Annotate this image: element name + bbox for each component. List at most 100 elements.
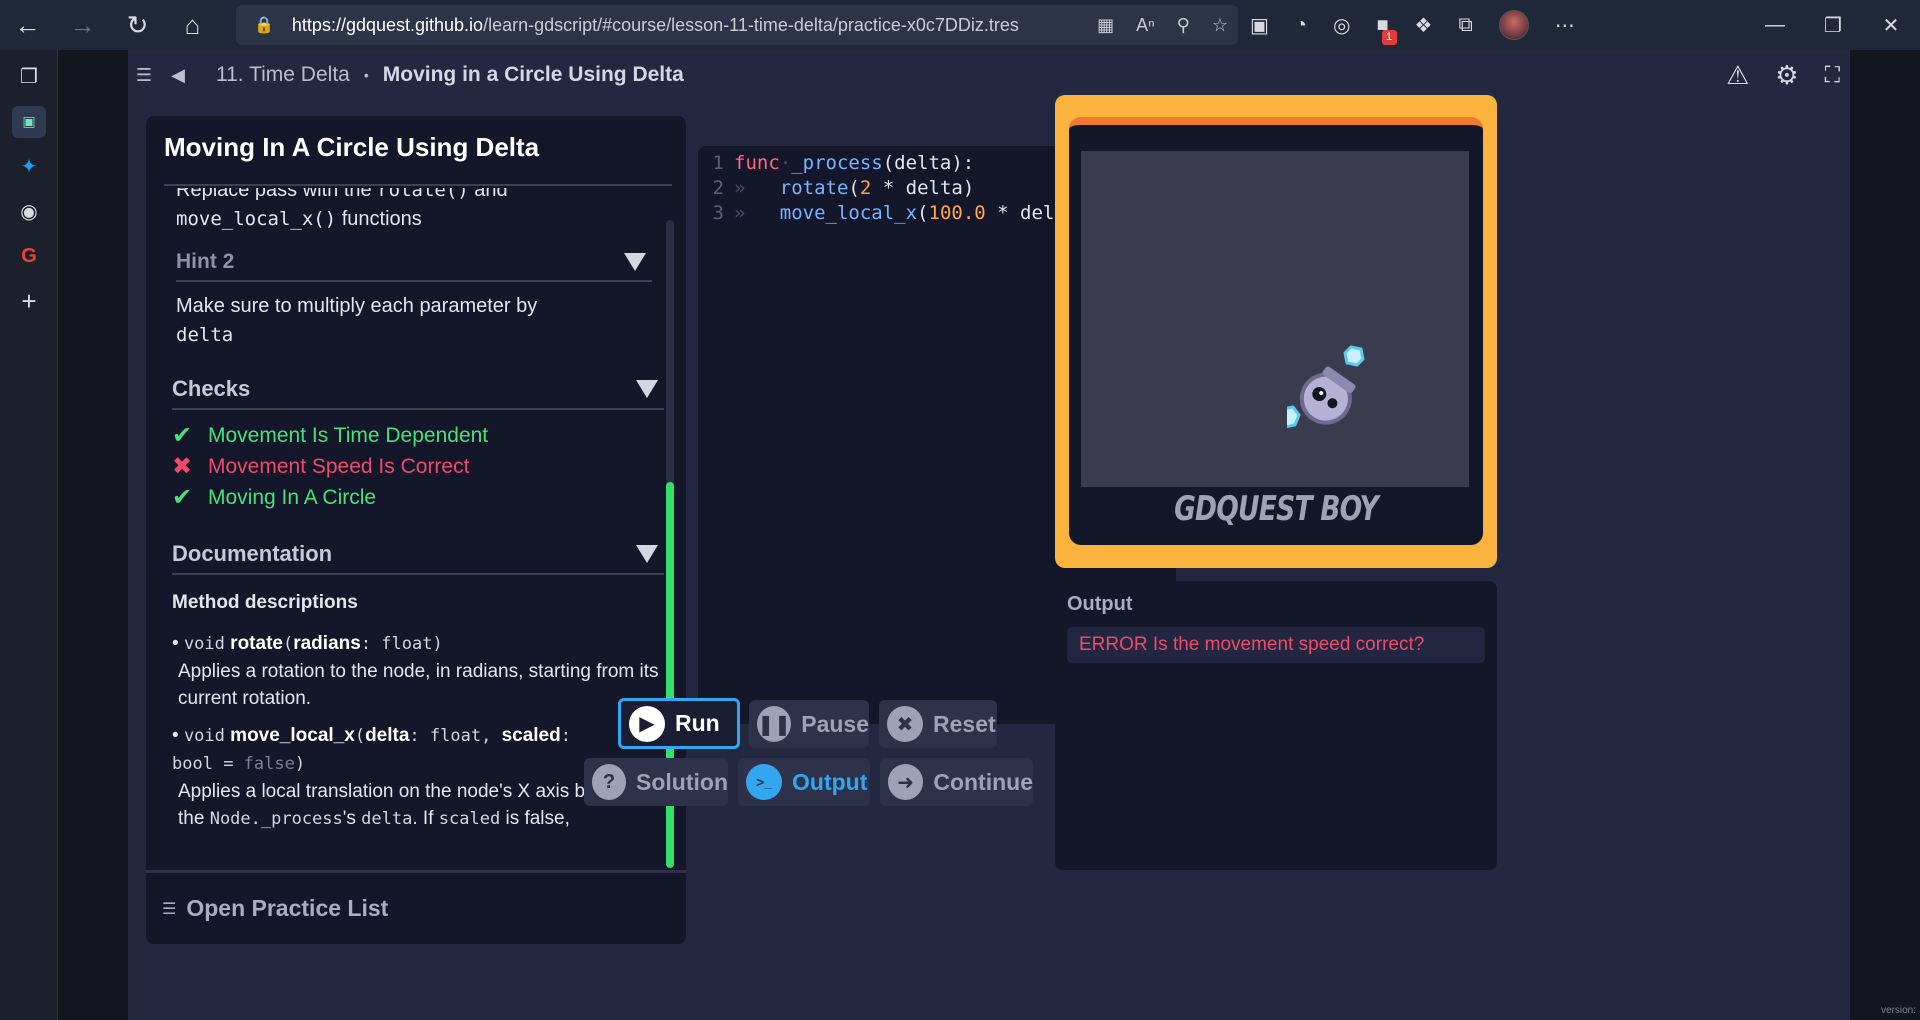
hint2-text: Make sure to multiply each parameter by … [164,292,664,350]
return-type: void [183,634,225,654]
code-call: move_local_x [779,201,918,224]
output-error-message[interactable]: ERROR Is the movement speed correct? [1067,627,1485,663]
favorite-star-icon[interactable]: ☆ [1212,15,1228,36]
github-icon[interactable]: ◉ [0,189,58,234]
code-call: rotate [779,176,849,199]
check-pass-icon: ✔ [172,484,193,511]
settings-gear-icon[interactable]: ⚙ [1775,60,1798,91]
target-icon[interactable]: ◎ [1333,13,1350,38]
refresh-icon[interactable]: ↻ [110,0,165,50]
continue-button[interactable]: ➜ Continue [880,758,1033,806]
check-item: ✔ Moving In A Circle [172,482,664,513]
param-type: float [381,634,433,654]
output-button[interactable]: >_ Output [738,758,870,806]
learn-gdscript-app: ☰ ◀ 11. Time Delta • Moving in a Circle … [128,50,1850,1020]
extension-badge-icon[interactable]: ■ 1 [1376,14,1397,45]
version-label: version: [1880,1005,1916,1016]
expand-triangle-icon [636,380,658,398]
game-preview-console: GDQUEST BOY [1055,95,1497,568]
reset-button[interactable]: ✖ Reset [879,700,997,748]
param-type: float [429,726,482,746]
sidebar-app-gdquest[interactable]: ▣ [0,99,58,144]
line-number: 2 [712,176,724,199]
instructions-scroll[interactable]: Replace pass with the rotate() and move_… [164,188,664,838]
split-screen-icon[interactable]: ▣ [1250,13,1269,38]
code-number: 100.0 [928,201,986,224]
code-line[interactable]: 2 » rotate(2 * delta) [698,175,975,200]
checks-label: Checks [172,376,251,401]
output-title: Output [1067,593,1133,615]
param-name: scaled [501,725,561,746]
profile-avatar[interactable] [1498,10,1529,40]
add-sidebar-app-icon[interactable]: + [0,279,58,324]
address-bar[interactable]: 🔒 https://gdquest.github.io /learn-gdscr… [236,5,1238,45]
arrow-right-icon: ➜ [888,764,924,800]
desc-text: 's [342,808,362,829]
performance-icon[interactable]: ◔ [1295,14,1307,37]
more-menu-icon[interactable]: ⋯ [1555,13,1575,38]
collections-icon[interactable]: ⧉ [1458,14,1472,37]
google-icon[interactable]: G [0,234,58,279]
tracking-prevention-icon[interactable]: ▦ [1097,15,1114,36]
documentation-toggle[interactable]: Documentation [172,535,664,575]
forward-arrow-icon[interactable]: → [55,0,110,50]
code-line[interactable]: 1 func · _process (delta): [698,150,975,175]
desc-code: Node._process [209,809,343,829]
home-icon[interactable]: ⌂ [165,0,220,50]
reset-x-icon: ✖ [887,706,923,742]
breadcrumb-lesson[interactable]: 11. Time Delta [216,63,350,87]
check-item: ✔ Movement Is Time Dependent [172,420,664,451]
terminal-icon: >_ [746,764,782,800]
extensions-puzzle-icon[interactable]: ❖ [1415,13,1433,38]
maximize-icon[interactable]: ❐ [1804,0,1862,50]
check-label: Movement Is Time Dependent [208,423,489,447]
tab-actions-icon[interactable]: ❐ [0,54,58,99]
hint2-toggle[interactable]: Hint 2 [176,244,652,282]
twitter-icon[interactable]: ✦ [0,144,58,189]
hint2-label: Hint 2 [176,250,235,273]
menu-list-icon[interactable]: ☰ [128,65,160,86]
question-icon: ? [592,764,627,800]
desc-text: . If [412,808,439,829]
minimize-icon[interactable]: — [1746,0,1804,50]
code-line[interactable]: 3 » move_local_x(100.0 * delta) [698,200,1089,225]
method-name: move_local_x [230,725,355,746]
output-panel: Output ERROR Is the movement speed corre… [1055,581,1497,870]
pause-button[interactable]: ❚❚ Pause [749,700,869,748]
reset-label: Reset [933,710,996,737]
report-warning-icon[interactable]: ⚠ [1726,60,1749,91]
scrollbar-thumb[interactable] [666,482,674,868]
browser-sidebar: ❐ ▣ ✦ ◉ G + [0,50,58,1020]
hint2-code: delta [176,324,234,346]
back-icon[interactable]: ◀ [162,65,194,86]
back-arrow-icon[interactable]: ← [0,0,55,50]
notification-count: 1 [1381,29,1397,45]
method-signature-rotate: • void rotate(radians: float) [172,633,443,654]
code-text: ( [917,201,929,224]
method-descriptions-heading: Method descriptions [172,592,358,613]
checks-toggle[interactable]: Checks [172,370,664,410]
param-name: delta [365,725,410,746]
zoom-icon[interactable]: ⚲ [1177,15,1190,36]
open-practice-list-button[interactable]: ☰ Open Practice List [146,870,686,944]
hint1-text: Replace pass with the rotate() and move_… [164,188,664,234]
title-divider [164,184,672,186]
pause-icon: ❚❚ [757,706,792,742]
close-icon[interactable]: ✕ [1862,0,1920,50]
solution-button[interactable]: ? Solution [584,758,728,806]
check-label: Moving In A Circle [208,485,377,509]
expand-triangle-icon [624,253,646,271]
list-icon: ☰ [162,900,177,918]
code-text: ( [848,176,860,199]
hint1-code-rotate: rotate() [377,188,469,201]
check-item: ✖ Movement Speed Is Correct [172,451,664,482]
fullscreen-icon[interactable]: ⛶ [1825,62,1840,88]
code-operator: * [871,176,906,199]
run-button[interactable]: ▶ Run [618,698,740,749]
method-name: rotate [230,633,283,654]
expand-triangle-icon [636,545,658,563]
console-bezel: GDQUEST BOY [1069,117,1483,545]
url-path: /learn-gdscript/#course/lesson-11-time-d… [483,14,1019,35]
read-aloud-icon[interactable]: Aⁿ [1136,15,1155,36]
breadcrumb-separator: • [363,67,369,83]
